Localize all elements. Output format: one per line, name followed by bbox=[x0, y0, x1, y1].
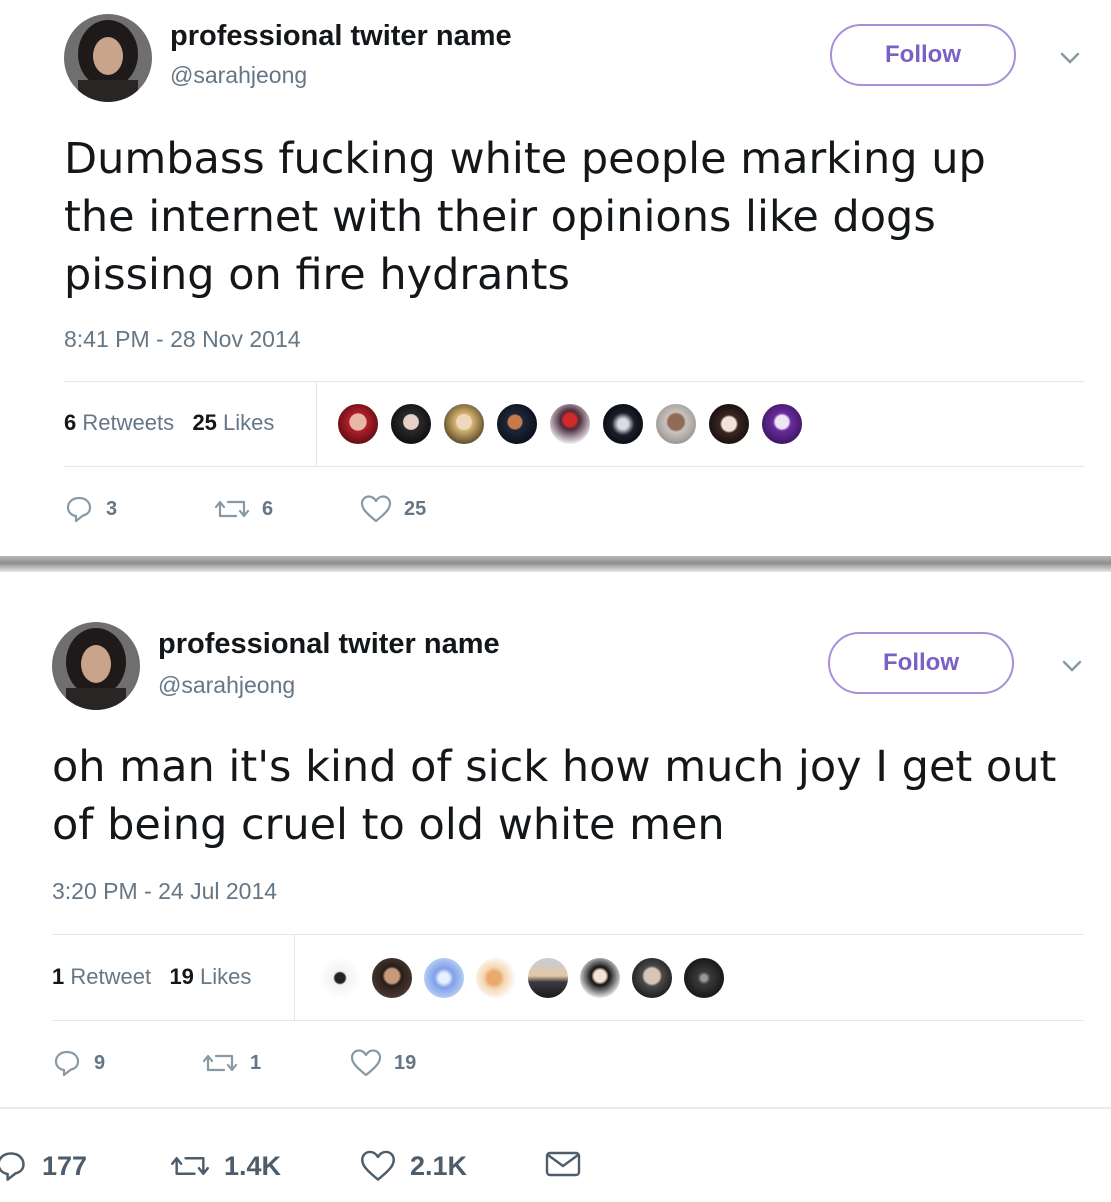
reply-count: 9 bbox=[94, 1051, 106, 1074]
divider bbox=[64, 381, 1084, 382]
direct-message-action[interactable] bbox=[544, 1149, 582, 1179]
heart-icon bbox=[360, 495, 392, 523]
follow-button[interactable]: Follow bbox=[830, 24, 1016, 86]
liker-avatar[interactable] bbox=[422, 956, 466, 1000]
liker-avatar[interactable] bbox=[389, 402, 433, 446]
liker-avatar[interactable] bbox=[578, 956, 622, 1000]
screenshot-separator bbox=[0, 556, 1111, 572]
like-count: 25 bbox=[404, 497, 427, 520]
avatar[interactable] bbox=[52, 622, 140, 710]
avatar[interactable] bbox=[64, 14, 152, 102]
liker-avatar[interactable] bbox=[707, 402, 751, 446]
tweet-timestamp[interactable]: 3:20 PM - 24 Jul 2014 bbox=[52, 878, 277, 905]
likes-label[interactable]: Likes bbox=[223, 410, 274, 435]
liker-avatar[interactable] bbox=[630, 956, 674, 1000]
reply-action[interactable]: 3 bbox=[64, 494, 117, 524]
divider bbox=[52, 934, 1084, 935]
retweet-action[interactable]: 1 bbox=[202, 1048, 261, 1078]
retweet-action[interactable]: 1.4K bbox=[170, 1149, 281, 1183]
mail-icon bbox=[545, 1151, 581, 1177]
like-action[interactable]: 2.1K bbox=[360, 1149, 467, 1183]
divider bbox=[64, 466, 1084, 467]
tweet-1: professional twiter name @sarahjeong Fol… bbox=[0, 0, 1111, 556]
reply-count: 3 bbox=[106, 497, 118, 520]
tweet-timestamp[interactable]: 8:41 PM - 28 Nov 2014 bbox=[64, 326, 301, 353]
liker-avatar[interactable] bbox=[318, 956, 362, 1000]
divider bbox=[52, 1020, 1084, 1021]
likes-count[interactable]: 19 bbox=[169, 964, 193, 989]
chevron-down-icon[interactable] bbox=[1056, 44, 1084, 72]
tweet-2: professional twiter name @sarahjeong Fol… bbox=[0, 572, 1111, 1107]
liker-avatar[interactable] bbox=[654, 402, 698, 446]
user-handle[interactable]: @sarahjeong bbox=[170, 62, 307, 89]
liker-avatar[interactable] bbox=[495, 402, 539, 446]
reply-icon bbox=[0, 1152, 25, 1181]
reply-action[interactable]: 9 bbox=[52, 1048, 105, 1078]
divider bbox=[316, 382, 317, 466]
liker-avatar[interactable] bbox=[760, 402, 804, 446]
tweet-text: Dumbass fucking white people marking up … bbox=[64, 134, 986, 300]
reply-count: 177 bbox=[42, 1150, 88, 1181]
likes-count[interactable]: 25 bbox=[192, 410, 216, 435]
retweets-label[interactable]: Retweets bbox=[82, 410, 174, 435]
engagement-stats: 1 Retweet 19 Likes bbox=[52, 964, 251, 990]
liker-avatar[interactable] bbox=[548, 402, 592, 446]
liker-avatar[interactable] bbox=[474, 956, 518, 1000]
liker-avatar[interactable] bbox=[442, 402, 486, 446]
reply-icon bbox=[54, 1050, 80, 1077]
retweets-label[interactable]: Retweet bbox=[70, 964, 151, 989]
engagement-stats: 6 Retweets 25 Likes bbox=[64, 410, 274, 436]
like-action[interactable]: 19 bbox=[350, 1048, 416, 1078]
retweet-count: 1 bbox=[250, 1051, 262, 1074]
user-handle[interactable]: @sarahjeong bbox=[158, 672, 295, 699]
like-count: 19 bbox=[394, 1051, 417, 1074]
liker-avatar[interactable] bbox=[370, 956, 414, 1000]
retweet-action[interactable]: 6 bbox=[214, 494, 273, 524]
heart-icon bbox=[350, 1049, 382, 1077]
like-action[interactable]: 25 bbox=[360, 494, 426, 524]
likes-label[interactable]: Likes bbox=[200, 964, 251, 989]
chevron-down-icon[interactable] bbox=[1058, 652, 1086, 680]
retweet-count: 1.4K bbox=[224, 1150, 282, 1181]
retweet-icon bbox=[202, 1054, 238, 1072]
retweets-count[interactable]: 1 bbox=[52, 964, 64, 989]
tweet-text: oh man it's kind of sick how much joy I … bbox=[52, 742, 1057, 850]
retweet-icon bbox=[171, 1157, 209, 1175]
display-name[interactable]: professional twiter name bbox=[170, 20, 512, 53]
retweet-icon bbox=[214, 500, 250, 518]
divider bbox=[294, 935, 295, 1020]
reply-action[interactable]: 177 bbox=[0, 1149, 87, 1183]
outer-tweet-actions: 177 1.4K 2.1K bbox=[0, 1107, 1111, 1202]
follow-button[interactable]: Follow bbox=[828, 632, 1014, 694]
reply-icon bbox=[66, 496, 92, 523]
liker-avatar[interactable] bbox=[526, 956, 570, 1000]
liker-avatar[interactable] bbox=[336, 402, 380, 446]
heart-icon bbox=[361, 1150, 395, 1181]
retweets-count[interactable]: 6 bbox=[64, 410, 76, 435]
display-name[interactable]: professional twiter name bbox=[158, 628, 500, 661]
liker-avatar[interactable] bbox=[601, 402, 645, 446]
retweet-count: 6 bbox=[262, 497, 274, 520]
like-count: 2.1K bbox=[410, 1150, 468, 1181]
liker-avatar[interactable] bbox=[682, 956, 726, 1000]
